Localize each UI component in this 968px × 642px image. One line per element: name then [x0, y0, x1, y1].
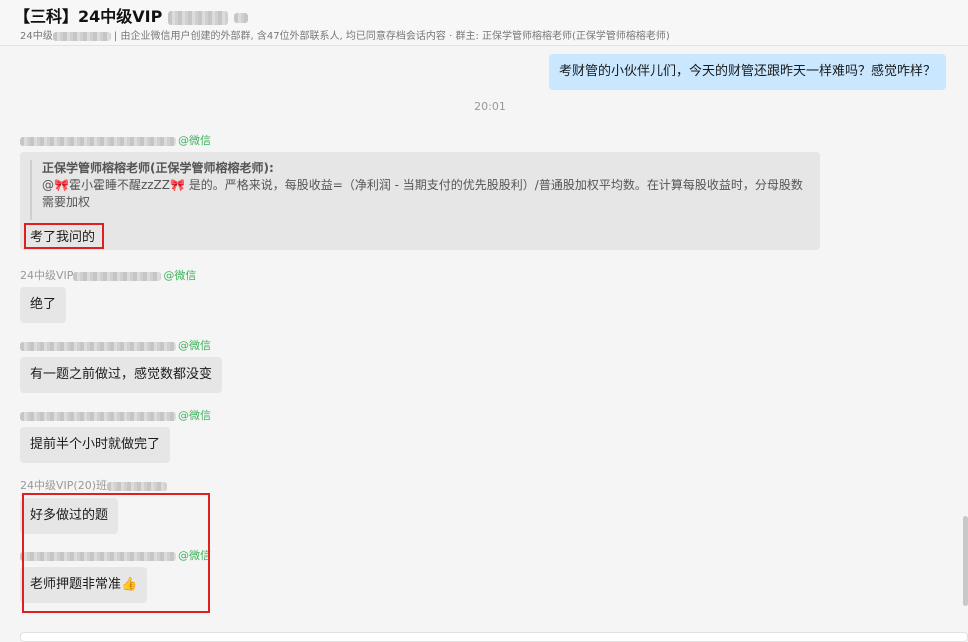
group-title: 【三科】24中级VIP — [14, 3, 248, 27]
redacted-title — [167, 10, 228, 25]
redacted-sender — [20, 136, 176, 146]
message-bubble[interactable]: 有一题之前做过，感觉数都没变 — [20, 357, 223, 393]
sender-name: 24中级VIP @微信 — [20, 269, 197, 282]
highlight-box — [24, 223, 104, 249]
message-bubble[interactable]: 绝了 — [20, 287, 67, 323]
message-input-area[interactable] — [20, 632, 968, 642]
message-bubble[interactable]: 提前半个小时就做完了 — [20, 427, 171, 463]
sender-name: @微信 — [20, 407, 211, 423]
sender-name: 24中级VIP(20)班 — [20, 477, 167, 493]
quoted-message: 正保学管师榕榕老师(正保学管师榕榕老师): @🎀霍小霍睡不醒zzZZ🎀 是的。严… — [30, 160, 808, 220]
quoted-reply-bubble[interactable]: 正保学管师榕榕老师(正保学管师榕榕老师): @🎀霍小霍睡不醒zzZZ🎀 是的。严… — [20, 152, 820, 250]
sender-name: @微信 — [20, 337, 211, 353]
chat-header: 【三科】24中级VIP 24中级 | 由企业微信用户创建的外部群, 含47位外部… — [0, 0, 968, 46]
bow-icon: 🎀 — [54, 178, 69, 192]
timestamp: 20:01 — [474, 100, 506, 113]
self-message-bubble[interactable]: 考财管的小伙伴儿们，今天的财管还跟昨天一样难吗？感觉咋样？ — [548, 54, 946, 90]
message-list[interactable]: 考财管的小伙伴儿们，今天的财管还跟昨天一样难吗？感觉咋样？ 20:01 @微信 … — [0, 46, 968, 640]
bow-icon: 🎀 — [170, 178, 185, 192]
sender-name: @微信 — [20, 132, 211, 148]
group-subtitle: 24中级 | 由企业微信用户创建的外部群, 含47位外部联系人, 均已同意存档会… — [20, 31, 670, 42]
quote-text: @🎀霍小霍睡不醒zzZZ🎀 是的。严格来说，每股收益=（净利润 - 当期支付的优… — [42, 178, 803, 209]
highlight-box — [22, 493, 210, 613]
scrollbar-thumb[interactable] — [963, 516, 968, 606]
quote-author: 正保学管师榕榕老师(正保学管师榕榕老师): — [42, 161, 274, 175]
